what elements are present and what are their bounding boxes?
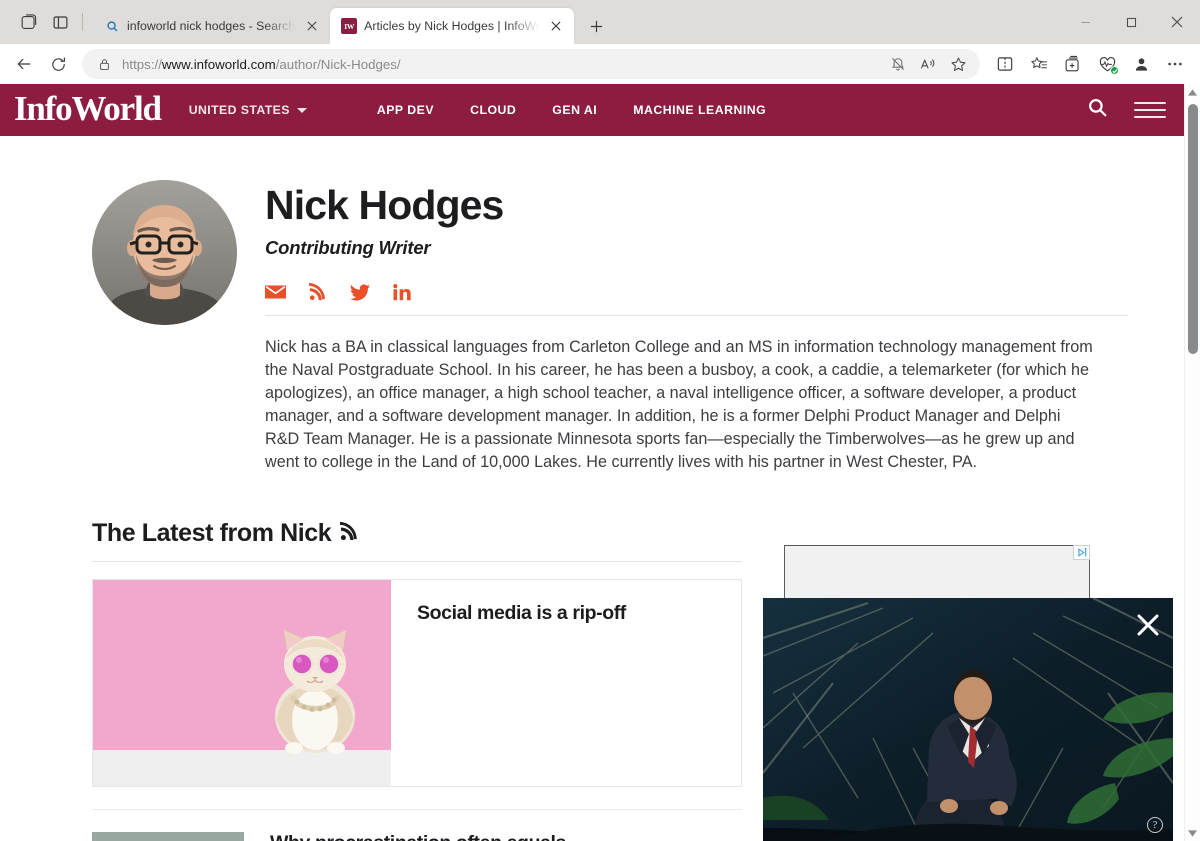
lock-icon[interactable] — [94, 54, 114, 74]
tab-strip-actions — [8, 0, 93, 44]
collections-icon[interactable] — [1056, 48, 1090, 80]
adchoices-icon[interactable] — [1073, 545, 1090, 560]
tab-actions-icon[interactable] — [44, 7, 76, 37]
page-scrollbar[interactable] — [1184, 84, 1200, 841]
cat-illustration — [275, 630, 355, 755]
page-viewport: InfoWorld UNITED STATES APP DEV CLOUD GE… — [0, 84, 1200, 841]
iw-favicon-icon: IW — [341, 18, 358, 34]
status-badge — [1110, 66, 1119, 75]
article-card[interactable]: Why procrastination often equals — [92, 809, 742, 841]
favorites-icon[interactable] — [1022, 48, 1056, 80]
back-button[interactable] — [8, 48, 40, 80]
omnibox-actions — [884, 50, 972, 78]
article-card[interactable]: Social media is a rip-off — [92, 579, 742, 788]
ad-banner[interactable] — [784, 545, 1090, 601]
video-ad-overlay[interactable]: ? — [763, 598, 1173, 841]
article-body: Social media is a rip-off — [391, 580, 741, 786]
rss-icon[interactable] — [309, 283, 327, 301]
divider — [82, 13, 83, 31]
tab-infoworld[interactable]: IW Articles by Nick Hodges | InfoWo — [330, 8, 575, 44]
infoworld-page: InfoWorld UNITED STATES APP DEV CLOUD GE… — [0, 84, 1184, 841]
section-heading: The Latest from Nick — [92, 519, 742, 563]
maximize-button[interactable] — [1108, 0, 1154, 44]
scroll-up-icon[interactable] — [1185, 84, 1200, 100]
hamburger-icon[interactable] — [1134, 101, 1166, 119]
rss-icon[interactable] — [339, 519, 359, 548]
browser-window: infoworld nick hodges - Search IW Articl… — [0, 0, 1200, 841]
chevron-down-icon — [296, 107, 307, 113]
nav-item-cloud[interactable]: CLOUD — [470, 103, 516, 117]
article-title[interactable]: Why procrastination often equals — [244, 832, 566, 841]
search-icon[interactable] — [1087, 97, 1108, 123]
url-bar[interactable]: https://www.infoworld.com/author/Nick-Ho… — [82, 49, 980, 79]
author-bio: Nick has a BA in classical languages fro… — [265, 338, 1093, 472]
read-aloud-icon[interactable] — [914, 50, 942, 78]
tab-strip: infoworld nick hodges - Search IW Articl… — [0, 0, 1200, 44]
avatar — [92, 180, 237, 325]
tab-search[interactable]: infoworld nick hodges - Search — [93, 8, 330, 44]
section-heading-label: The Latest from Nick — [92, 519, 332, 548]
nav-item-app-dev[interactable]: APP DEV — [377, 103, 434, 117]
video-ad-frame — [763, 598, 1173, 841]
new-tab-button[interactable] — [581, 11, 611, 41]
linkedin-icon[interactable] — [393, 283, 411, 301]
author-header: Nick Hodges Contributing Writer Nick has… — [0, 136, 1184, 474]
nav-item-machine-learning[interactable]: MACHINE LEARNING — [633, 103, 766, 117]
add-favorite-icon[interactable] — [944, 50, 972, 78]
page-title: Nick Hodges — [265, 182, 504, 228]
site-header: InfoWorld UNITED STATES APP DEV CLOUD GE… — [0, 84, 1184, 136]
nav-item-gen-ai[interactable]: GEN AI — [552, 103, 597, 117]
social-links — [265, 283, 1128, 317]
region-label: UNITED STATES — [188, 103, 290, 117]
region-selector[interactable]: UNITED STATES — [189, 103, 307, 117]
notifications-muted-icon[interactable] — [884, 50, 912, 78]
author-role: Contributing Writer — [265, 237, 431, 259]
close-icon[interactable] — [546, 16, 566, 36]
twitter-icon[interactable] — [350, 284, 370, 301]
search-icon — [104, 18, 120, 34]
scroll-down-icon[interactable] — [1185, 825, 1200, 841]
site-logo[interactable]: InfoWorld — [14, 91, 162, 129]
article-thumbnail — [92, 832, 244, 841]
browser-essentials-icon[interactable] — [1090, 48, 1124, 80]
close-button[interactable] — [1154, 0, 1200, 44]
tab-title: infoworld nick hodges - Search — [127, 19, 296, 33]
split-screen-icon[interactable] — [988, 48, 1022, 80]
settings-more-icon[interactable] — [1158, 48, 1192, 80]
author-info: Nick Hodges Contributing Writer Nick has… — [237, 180, 1128, 474]
url-text: https://www.infoworld.com/author/Nick-Ho… — [122, 56, 401, 72]
tab-search-copilot-icon[interactable] — [12, 7, 44, 37]
address-bar: https://www.infoworld.com/author/Nick-Ho… — [0, 44, 1200, 84]
close-icon[interactable] — [302, 16, 322, 36]
profile-icon[interactable] — [1124, 48, 1158, 80]
email-icon[interactable] — [265, 284, 286, 300]
article-thumbnail — [93, 580, 391, 787]
minimize-button[interactable] — [1062, 0, 1108, 44]
window-controls — [1062, 0, 1200, 44]
close-icon[interactable] — [1131, 608, 1165, 642]
article-title[interactable]: Social media is a rip-off — [417, 602, 715, 625]
site-nav: APP DEV CLOUD GEN AI MACHINE LEARNING — [377, 103, 766, 117]
toolbar-actions — [988, 48, 1192, 80]
header-actions — [1087, 97, 1166, 123]
tab-title: Articles by Nick Hodges | InfoWo — [364, 19, 540, 33]
help-icon[interactable]: ? — [1147, 817, 1163, 833]
scrollbar-thumb[interactable] — [1188, 104, 1198, 354]
refresh-button[interactable] — [42, 48, 74, 80]
